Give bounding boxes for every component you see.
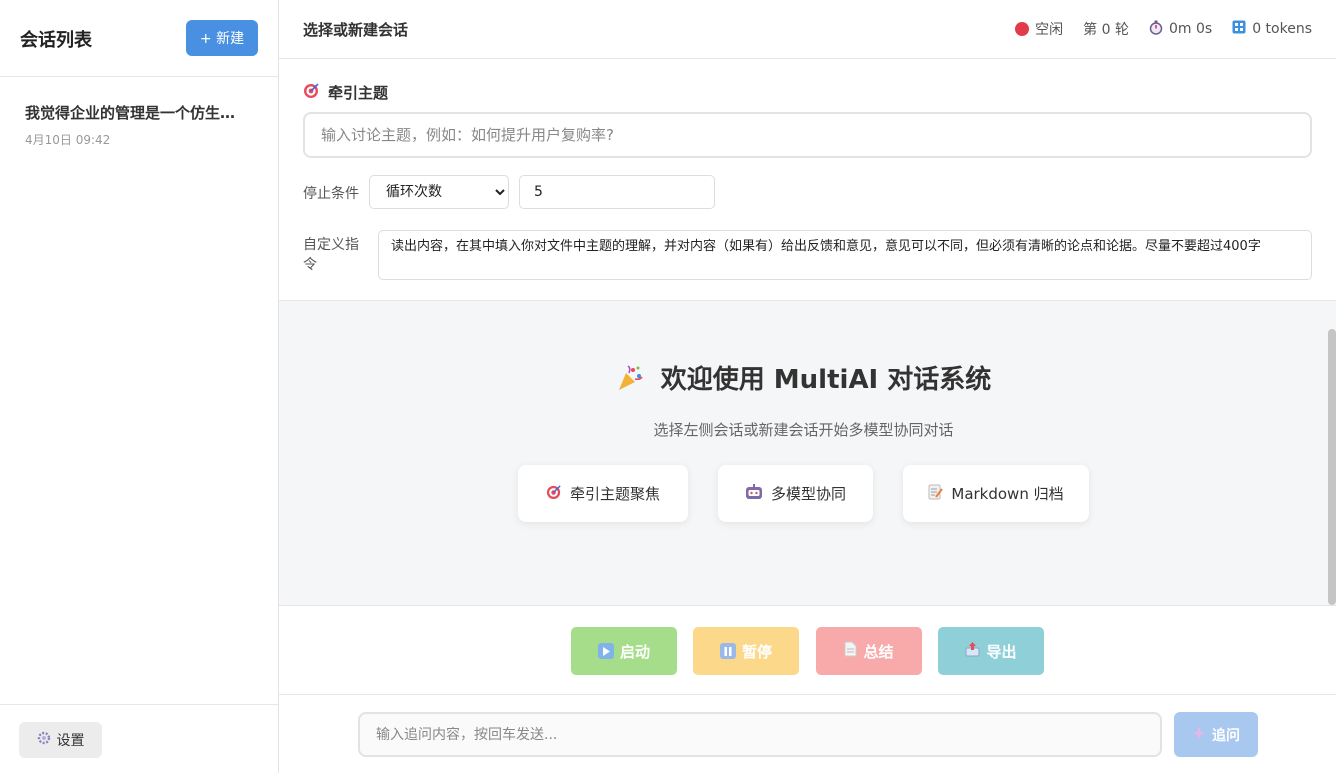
play-icon	[597, 643, 614, 659]
session-list-item[interactable]: 我觉得企业的管理是一个仿生… 4月10日 09:42	[0, 90, 278, 160]
topic-input[interactable]	[303, 112, 1312, 158]
control-bar: 启动 暂停 总结 导出	[279, 607, 1336, 695]
duration-text: 0m 0s	[1168, 21, 1213, 37]
feature-card-multimodel: 多模型协同	[718, 465, 873, 522]
feature-label: 牵引主题聚焦	[569, 485, 660, 503]
tokens-text: 0 tokens	[1252, 21, 1312, 37]
session-title: 我觉得企业的管理是一个仿生…	[25, 104, 236, 122]
status-dot-icon	[1015, 22, 1030, 36]
timer: 0m 0s	[1149, 20, 1212, 39]
follow-up-label: 追问	[1212, 727, 1240, 744]
stopwatch-icon	[1149, 20, 1163, 39]
gear-icon	[37, 731, 51, 749]
round-text: 第 0 轮	[1083, 22, 1129, 38]
outbox-icon	[965, 641, 980, 661]
status-bar: 空闲 第 0 轮 0m 0s 0 tokens	[1015, 19, 1312, 39]
settings-label: 设置	[56, 733, 85, 749]
welcome-subtitle: 选择左侧会话或新建会话开始多模型协同对话	[653, 421, 954, 439]
numbers-icon	[1232, 20, 1246, 38]
status-text: 空闲	[1035, 22, 1064, 38]
start-label: 启动	[619, 642, 650, 661]
feature-label: Markdown 归档	[951, 485, 1064, 503]
summary-label: 总结	[863, 642, 894, 661]
pause-icon	[719, 643, 736, 659]
new-session-button[interactable]: + 新建	[186, 20, 258, 56]
target-icon	[546, 484, 562, 504]
sparkle-icon	[1192, 725, 1206, 744]
topic-label-text: 牵引主题	[328, 84, 389, 102]
topbar: 选择或新建会话 空闲 第 0 轮 0m 0s 0 tokens	[279, 0, 1336, 59]
party-popper-icon	[616, 365, 661, 395]
welcome-title: 欢迎使用 MultiAI 对话系统	[279, 359, 1328, 396]
topic-label: 牵引主题	[303, 82, 388, 103]
sidebar: 会话列表 + 新建 我觉得企业的管理是一个仿生… 4月10日 09:42 设置	[0, 0, 279, 773]
robot-icon	[745, 483, 763, 504]
feature-card-markdown: Markdown 归档	[903, 465, 1089, 522]
pause-button[interactable]: 暂停	[693, 627, 799, 675]
token-counter: 0 tokens	[1232, 20, 1312, 38]
feature-label: 多模型协同	[770, 485, 846, 503]
settings-button[interactable]: 设置	[19, 722, 102, 758]
sidebar-header: 会话列表 + 新建	[0, 0, 278, 77]
page-title: 选择或新建会话	[303, 21, 409, 39]
follow-up-button[interactable]: 追问	[1174, 712, 1258, 757]
stop-condition-select[interactable]: 循环次数	[369, 175, 509, 209]
target-icon	[303, 82, 320, 103]
export-label: 导出	[986, 642, 1017, 661]
main-panel: 选择或新建会话 空闲 第 0 轮 0m 0s 0 tokens 牵引主题 输入讨…	[279, 0, 1336, 773]
summary-button[interactable]: 总结	[816, 627, 922, 675]
welcome-panel: 欢迎使用 MultiAI 对话系统 选择左侧会话或新建会话开始多模型协同对话 牵…	[279, 301, 1336, 606]
feature-card-topic: 牵引主题聚焦	[518, 465, 688, 522]
document-icon	[844, 641, 857, 661]
scrollbar[interactable]	[1328, 329, 1336, 605]
export-button[interactable]: 导出	[938, 627, 1044, 675]
round-counter: 第 0 轮	[1083, 19, 1129, 39]
start-button[interactable]: 启动	[571, 627, 677, 675]
memo-icon	[928, 484, 944, 504]
sidebar-footer: 设置	[0, 704, 278, 773]
session-time: 4月10日 09:42	[25, 133, 111, 147]
custom-instruction-label: 自定义指令	[303, 237, 359, 273]
pause-label: 暂停	[741, 642, 772, 661]
config-panel: 牵引主题 停止条件 循环次数 自定义指令 读出内容，在其中填入你对文件中主题的理…	[279, 60, 1336, 301]
sidebar-title: 会话列表	[20, 30, 92, 51]
custom-instruction-textarea[interactable]: 读出内容，在其中填入你对文件中主题的理解，并对内容（如果有）给出反馈和意见，意见…	[378, 230, 1312, 280]
stop-condition-label: 停止条件	[303, 186, 359, 202]
follow-up-input[interactable]	[358, 712, 1162, 757]
stop-value-input[interactable]	[519, 175, 715, 209]
welcome-title-text: 欢迎使用 MultiAI 对话系统	[660, 365, 992, 395]
status-indicator: 空闲	[1015, 19, 1063, 39]
